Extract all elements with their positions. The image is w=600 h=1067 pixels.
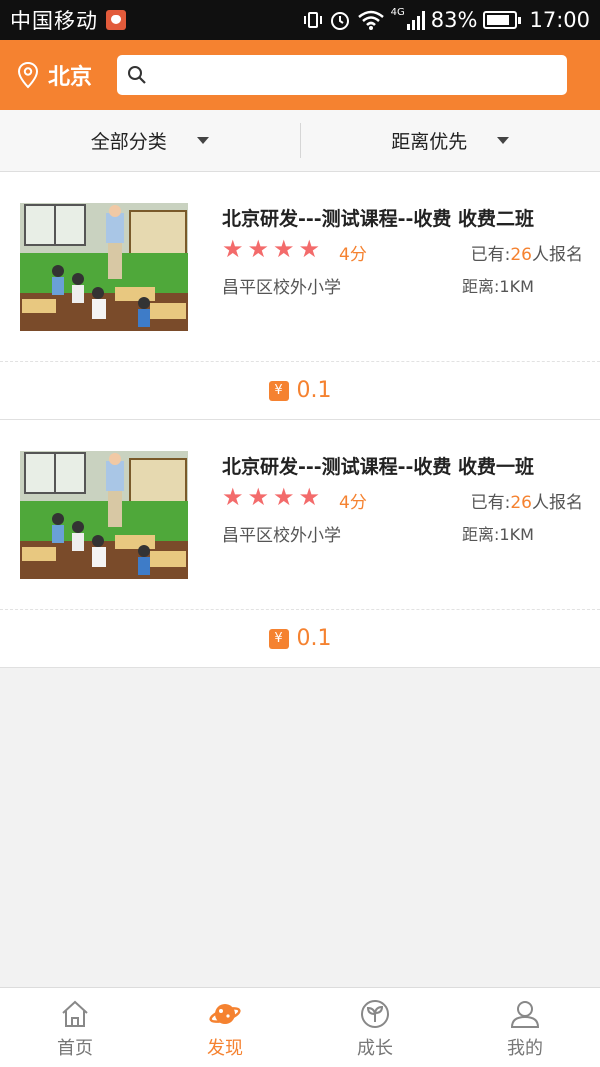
search-icon [128,66,146,84]
bottom-nav: 首页 发现 成长 我的 [0,987,600,1067]
network-type: 4G [390,6,405,18]
discover-icon [209,1004,241,1024]
search-box[interactable] [117,55,567,95]
clock: 17:00 [529,8,590,32]
star-icon: ★ [273,235,295,263]
price-row: ¥ 0.1 [0,362,600,419]
school-name: 昌平区校外小学 [222,278,341,298]
star-icon: ★ [222,235,244,263]
carrier-name: 中国移动 [10,9,98,33]
course-card[interactable]: 北京研发---测试课程--收费 收费一班 ★ ★ ★ ★ 4分 已有:26人报名… [0,420,600,668]
notification-app-icon [106,10,126,30]
star-icon: ★ [273,483,295,511]
distance: 距离:1KM [462,525,534,544]
star-icon: ★ [298,483,321,511]
city-name: 北京 [48,65,93,90]
school-name: 昌平区校外小学 [222,526,341,546]
course-title: 北京研发---测试课程--收费 收费二班 [222,208,535,230]
nav-home-label: 首页 [57,1038,93,1059]
rating-score: 4分 [339,493,367,513]
yen-icon: ¥ [268,380,289,401]
vibrate-icon [303,12,322,28]
nav-growth-label: 成长 [357,1038,393,1059]
signal-icon [406,10,425,30]
chevron-down-icon [196,137,209,144]
status-bar: 中国移动 4G 83% 17:00 [0,0,600,40]
course-thumbnail [20,203,188,331]
enroll-number: 26 [510,493,532,513]
rating-score: 4分 [339,245,367,265]
battery-percent: 83% [430,8,478,32]
enroll-count: 已有:26人报名 [471,488,583,513]
category-filter-label: 全部分类 [90,131,167,153]
battery-icon [483,11,522,29]
enroll-suffix: 人报名 [532,245,583,265]
app-header: 北京 [0,40,600,110]
alarm-icon [330,12,349,30]
course-thumbnail [20,451,188,579]
category-filter[interactable]: 全部分类 [0,110,300,171]
wifi-icon [357,10,384,30]
nav-profile-label: 我的 [507,1038,543,1059]
nav-discover[interactable]: 发现 [150,988,300,1067]
nav-growth[interactable]: 成长 [300,988,450,1067]
filter-bar: 全部分类 距离优先 [0,110,600,172]
city-selector[interactable]: 北京 [0,59,116,91]
distance: 距离:1KM [462,277,534,296]
sort-filter[interactable]: 距离优先 [301,110,600,171]
star-icon: ★ [222,483,244,511]
profile-icon [510,1001,540,1028]
star-icon: ★ [247,483,270,511]
enroll-prefix: 已有: [470,245,511,265]
location-pin-icon [17,61,39,89]
course-price: 0.1 [296,378,332,403]
battery-fill [487,15,510,25]
course-title: 北京研发---测试课程--收费 收费一班 [222,456,535,478]
growth-icon [361,1000,389,1028]
course-card-body: 北京研发---测试课程--收费 收费一班 ★ ★ ★ ★ 4分 已有:26人报名… [0,420,600,610]
star-icon: ★ [298,235,321,263]
nav-profile[interactable]: 我的 [450,988,600,1067]
rating-stars: ★ ★ ★ ★ [222,236,320,262]
nav-home[interactable]: 首页 [0,988,150,1067]
course-card-body: 北京研发---测试课程--收费 收费二班 ★ ★ ★ ★ 4分 已有:26人报名… [0,172,600,362]
yen-icon: ¥ [268,628,289,649]
chevron-down-icon [497,137,510,144]
search-input[interactable] [157,64,567,86]
price-row: ¥ 0.1 [0,610,600,667]
enroll-count: 已有:26人报名 [471,240,583,265]
star-icon: ★ [247,235,270,263]
classroom-image [20,203,188,331]
enroll-suffix: 人报名 [532,493,583,513]
nav-discover-label: 发现 [207,1038,243,1059]
sort-filter-label: 距离优先 [391,131,468,153]
home-icon [62,1000,88,1027]
course-card[interactable]: 北京研发---测试课程--收费 收费二班 ★ ★ ★ ★ 4分 已有:26人报名… [0,172,600,420]
course-price: 0.1 [296,626,332,651]
enroll-number: 26 [510,245,532,265]
classroom-image [20,451,188,579]
enroll-prefix: 已有: [470,493,511,513]
rating-stars: ★ ★ ★ ★ [222,484,320,510]
course-list: 北京研发---测试课程--收费 收费二班 ★ ★ ★ ★ 4分 已有:26人报名… [0,172,600,668]
